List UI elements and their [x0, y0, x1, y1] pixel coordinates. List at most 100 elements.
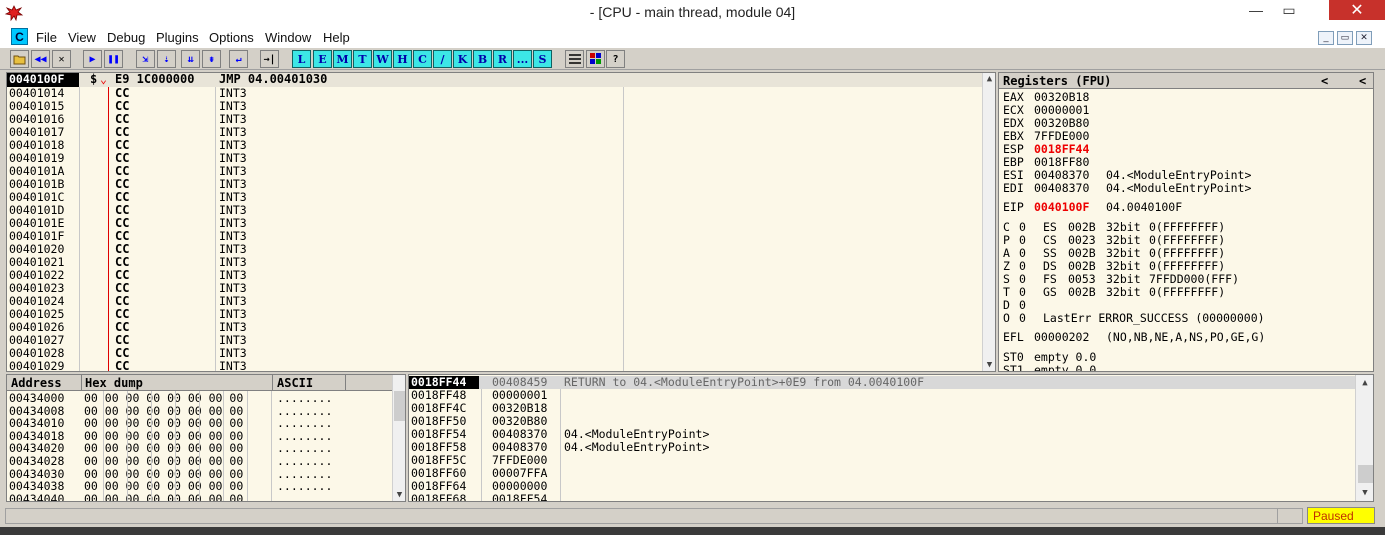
dump-address-header[interactable]: Address [11, 377, 62, 390]
selected-address[interactable]: 0040100F [7, 73, 79, 87]
selected-hex: E9 1C000000 [115, 72, 195, 86]
debug-state-badge: Paused [1307, 507, 1375, 524]
menu-debug[interactable]: Debug [107, 30, 145, 45]
go-to-address-icon[interactable]: →| [260, 50, 279, 68]
scroll-down-icon[interactable]: ▼ [983, 359, 995, 371]
stack-value[interactable]: 0018FF54 [492, 493, 547, 502]
menu-options[interactable]: Options [209, 30, 254, 45]
memory-window-button[interactable]: M [333, 50, 352, 68]
dump-scrollbar[interactable]: ▼ [392, 375, 405, 501]
menu-help[interactable]: Help [323, 30, 350, 45]
dump-column-divider [103, 391, 104, 501]
menu-window[interactable]: Window [265, 30, 311, 45]
menu-view[interactable]: View [68, 30, 96, 45]
stack-scroll-down-icon[interactable]: ▼ [1356, 487, 1373, 500]
dump-ascii[interactable]: ........ [277, 492, 332, 501]
pause-icon[interactable]: ❚❚ [104, 50, 123, 68]
dump-address[interactable]: 00434040 [9, 492, 64, 501]
hex-dump-pane[interactable]: Address Hex dump ASCII 00434000 00 00 00 … [6, 374, 406, 502]
stack-scrollbar[interactable]: ▲ ▼ [1355, 375, 1373, 501]
minimize-button[interactable]: — [1241, 0, 1271, 20]
segment-selector[interactable]: 002B [1068, 286, 1096, 299]
disassembly-pane[interactable]: 0040100F $ ⌄ E9 1C000000 JMP 04.00401030… [6, 72, 996, 372]
scroll-up-icon[interactable]: ▲ [983, 73, 995, 86]
dump-hex-header[interactable]: Hex dump [85, 377, 143, 390]
efl-value[interactable]: 00000202 [1034, 331, 1089, 344]
overflow-flag-value[interactable]: 0 [1019, 312, 1026, 325]
call-stack-window-button[interactable]: K [453, 50, 472, 68]
help-icon[interactable]: ? [606, 50, 625, 68]
eip-comment: 04.0040100F [1106, 200, 1183, 214]
run-trace-window-button[interactable]: ... [513, 50, 532, 68]
threads-window-button[interactable]: T [353, 50, 372, 68]
modules-window-button[interactable]: E [313, 50, 332, 68]
efl-name: EFL [1003, 330, 1024, 344]
dump-column-divider [127, 391, 128, 501]
handles-window-button[interactable]: H [393, 50, 412, 68]
execute-till-return-icon[interactable]: ↵ [229, 50, 248, 68]
selected-command: JMP 04.00401030 [219, 72, 328, 86]
dump-column-divider [247, 391, 248, 501]
breakpoints-window-button[interactable]: B [473, 50, 492, 68]
cpu-window-icon[interactable]: C [11, 28, 28, 45]
patches-window-button[interactable]: / [433, 50, 452, 68]
fpu-register-value[interactable]: empty 0.0 [1034, 364, 1096, 372]
segment-base: 0(FFFFFFFF) [1149, 285, 1226, 299]
menu-file[interactable]: File [36, 30, 57, 45]
dump-column-divider [199, 391, 200, 501]
dump-bytes[interactable]: 00 00 00 00 00 00 00 00 [84, 492, 243, 501]
disasm-command: INT3 [219, 359, 247, 372]
step-over-icon[interactable]: ⇣ [157, 50, 176, 68]
close-debuggee-icon[interactable]: ✕ [52, 50, 71, 68]
selected-mark: $ [90, 72, 98, 86]
open-file-icon[interactable] [10, 50, 29, 68]
register-name: EDI [1003, 181, 1024, 195]
stack-pane[interactable]: 0018FF44 00408459 RETURN to 04.<ModuleEn… [408, 374, 1374, 502]
close-button[interactable]: ✕ [1329, 0, 1385, 20]
trace-into-icon[interactable]: ⇊ [181, 50, 200, 68]
registers-pane[interactable]: Registers (FPU) < < EAX 00320B18 ECX 000000… [998, 72, 1374, 372]
segment-bits: 32bit [1106, 285, 1141, 299]
jump-arrow-icon: ⌄ [100, 72, 107, 86]
dump-column-divider [151, 391, 152, 501]
registers-header[interactable]: Registers (FPU) [1003, 75, 1111, 88]
dump-column-divider [175, 391, 176, 501]
trace-over-icon[interactable]: ⇟ [202, 50, 221, 68]
ollydbg-window: - [CPU - main thread, module 04] — ▭ ✕ C… [0, 0, 1385, 535]
segment-name: GS [1043, 285, 1057, 299]
fpu-register-name: ST1 [1003, 363, 1024, 372]
title-bar: - [CPU - main thread, module 04] — ▭ ✕ [0, 0, 1385, 27]
dump-ascii-header[interactable]: ASCII [277, 377, 313, 390]
mdi-close-button[interactable]: ✕ [1356, 31, 1372, 45]
registers-prev-arrow[interactable]: < [1321, 75, 1328, 88]
menu-plugins[interactable]: Plugins [156, 30, 199, 45]
stack-scroll-up-icon[interactable]: ▲ [1356, 377, 1373, 390]
eip-name: EIP [1003, 200, 1024, 214]
registers-collapse-arrow[interactable]: < [1359, 75, 1366, 88]
run-icon[interactable]: ▶ [83, 50, 102, 68]
references-window-button[interactable]: R [493, 50, 512, 68]
disassembly-scrollbar[interactable]: ▲ ▼ [982, 73, 995, 371]
menu-bar [0, 27, 1385, 48]
dump-column-divider [271, 391, 272, 501]
cpu-window-button[interactable]: C [413, 50, 432, 68]
restart-icon[interactable]: ◀◀ [31, 50, 50, 68]
register-value[interactable]: 00408370 [1034, 182, 1089, 195]
list-icon[interactable] [565, 50, 584, 68]
disasm-address[interactable]: 00401029 [9, 360, 64, 372]
mdi-minimize-button[interactable]: _ [1318, 31, 1334, 45]
step-into-icon[interactable]: ⇲ [136, 50, 155, 68]
efl-flags: (NO,NB,NE,A,NS,PO,GE,G) [1106, 330, 1266, 344]
status-bar: Paused [0, 505, 1385, 527]
mdi-restore-button[interactable]: ▭ [1337, 31, 1353, 45]
stack-address[interactable]: 0018FF68 [411, 493, 466, 502]
eip-value[interactable]: 0040100F [1034, 201, 1089, 214]
maximize-button[interactable]: ▭ [1274, 0, 1304, 20]
appearance-grid-icon[interactable] [586, 50, 605, 68]
source-window-button[interactable]: S [533, 50, 552, 68]
dump-scroll-down-icon[interactable]: ▼ [393, 489, 405, 501]
stack-comment: 04.<ModuleEntryPoint> [564, 440, 710, 454]
windows-window-button[interactable]: W [373, 50, 392, 68]
log-window-button[interactable]: L [292, 50, 311, 68]
disasm-hex: CC [115, 359, 130, 372]
